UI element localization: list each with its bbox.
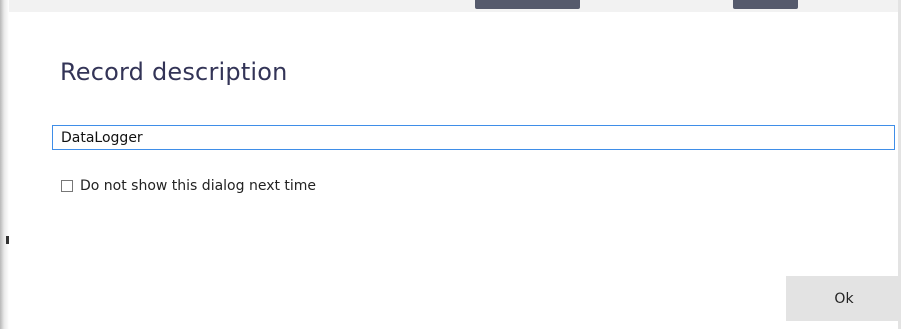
dont-show-again-checkbox[interactable] [61, 180, 73, 192]
dont-show-again-label: Do not show this dialog next time [80, 178, 317, 194]
background-header-fragment [475, 0, 580, 9]
ok-button[interactable]: Ok [786, 276, 901, 321]
dialog-title: Record description [60, 58, 288, 86]
screen: Record description Do not show this dial… [0, 0, 901, 329]
background-window [0, 0, 901, 12]
background-window-edge [0, 0, 9, 329]
record-description-dialog: Record description Do not show this dial… [9, 12, 901, 329]
dont-show-again-option[interactable]: Do not show this dialog next time [61, 178, 316, 194]
record-description-input[interactable] [52, 125, 895, 150]
background-header-fragment [733, 0, 798, 9]
